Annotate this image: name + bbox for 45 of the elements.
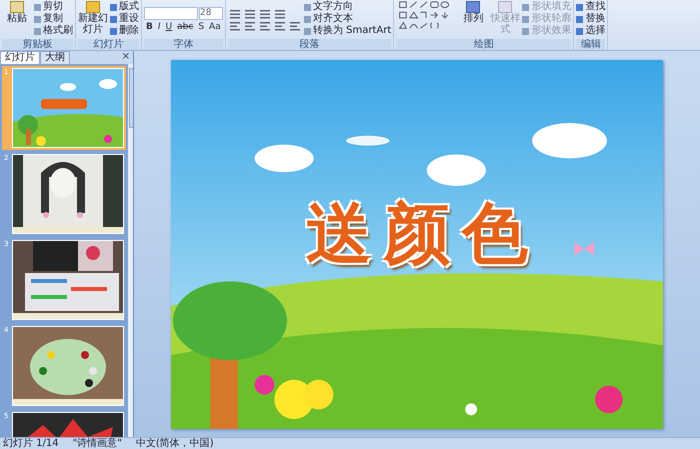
ribbon-button[interactable]: 剪切 <box>34 1 73 13</box>
arrange-button[interactable]: 排列 <box>458 0 488 39</box>
close-icon[interactable]: × <box>122 51 130 63</box>
list-icon[interactable] <box>228 8 242 18</box>
format-button[interactable]: U <box>164 22 174 32</box>
ribbon-button[interactable]: 查找 <box>576 1 606 13</box>
format-button[interactable]: abc <box>175 22 196 32</box>
slide-title: 送颜色 <box>306 200 540 266</box>
new-slide-button[interactable]: 新建幻灯片 <box>78 0 108 39</box>
format-button[interactable]: Aa <box>207 22 223 32</box>
status-text: 幻灯片 1/14 <box>3 438 59 449</box>
panel-tab[interactable]: 大纲 <box>40 51 70 64</box>
paste-button[interactable]: 粘贴 <box>2 0 32 39</box>
format-button[interactable]: S <box>196 22 206 32</box>
group-label: 编辑 <box>576 39 606 50</box>
list-icon[interactable] <box>273 8 287 18</box>
ribbon-button[interactable]: 复制 <box>34 13 73 25</box>
ribbon-button[interactable]: 文字方向 <box>304 1 392 13</box>
group-label: 剪贴板 <box>2 39 73 50</box>
align-icon[interactable] <box>258 20 272 30</box>
format-button[interactable]: B <box>144 22 155 32</box>
align-icon[interactable] <box>288 20 302 30</box>
ribbon-button[interactable]: 对齐文本 <box>304 13 392 25</box>
ribbon-button[interactable]: 选择 <box>576 25 606 37</box>
ribbon-button[interactable]: 版式 <box>110 1 139 13</box>
group-label: 段落 <box>228 39 392 50</box>
ribbon-button[interactable]: 重设 <box>110 13 139 25</box>
group-label: 幻灯片 <box>78 39 139 50</box>
font-size-field[interactable]: 28 <box>199 6 223 20</box>
format-button[interactable]: I <box>156 22 163 32</box>
align-icon[interactable] <box>228 20 242 30</box>
align-icon[interactable] <box>243 20 257 30</box>
group-label: 绘图 <box>396 39 572 50</box>
ribbon-button[interactable]: 替换 <box>576 13 606 25</box>
list-icon[interactable] <box>258 8 272 18</box>
status-text: 中文(简体，中国) <box>136 438 214 449</box>
panel-tab[interactable]: 幻灯片 <box>0 51 40 64</box>
align-icon[interactable] <box>273 20 287 30</box>
font-name-field[interactable] <box>144 6 198 20</box>
ribbon-button[interactable]: 删除 <box>110 25 139 37</box>
ribbon-button[interactable]: 转换为 SmartArt <box>304 25 392 37</box>
ribbon-button[interactable]: 格式刷 <box>34 25 73 37</box>
group-label: 字体 <box>144 39 223 50</box>
list-icon[interactable] <box>243 8 257 18</box>
status-text: "诗情画意" <box>72 438 122 449</box>
